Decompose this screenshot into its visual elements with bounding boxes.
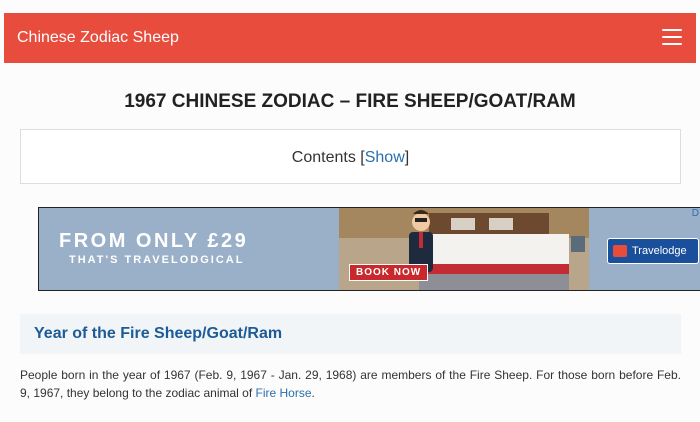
book-now-button[interactable]: BOOK NOW [349,264,429,281]
section-heading-box: Year of the Fire Sheep/Goat/Ram [20,314,681,354]
brand-label: Travelodge [632,245,687,257]
adchoices-icon[interactable]: D [692,208,699,219]
toc-toggle-link[interactable]: Show [365,149,405,166]
toc-label: Contents [291,149,356,166]
ad-subline: THAT'S TRAVELODGICAL [69,254,245,266]
page: Chinese Zodiac Sheep 1967 CHINESE ZODIAC… [0,0,700,422]
page-title: 1967 CHINESE ZODIAC – FIRE SHEEP/GOAT/RA… [124,91,576,112]
menu-bar [662,43,682,45]
toc-close-bracket: ] [404,149,410,166]
site-header: Chinese Zodiac Sheep [4,13,696,63]
travelodge-icon [613,245,627,257]
advertisement-banner[interactable]: FROM ONLY £29 THAT'S TRAVELODGICAL BOOK … [38,207,700,291]
paragraph-end: . [311,386,315,400]
table-of-contents: Contents [Show] [20,129,681,184]
menu-bar [662,29,682,31]
fire-horse-link[interactable]: Fire Horse [256,386,312,400]
hamburger-menu-icon[interactable] [662,26,682,47]
travelodge-logo: Travelodge [607,238,699,264]
site-title-link[interactable]: Chinese Zodiac Sheep [17,29,179,47]
menu-bar [662,36,682,38]
section-heading: Year of the Fire Sheep/Goat/Ram [34,325,283,342]
intro-paragraph: People born in the year of 1967 (Feb. 9,… [20,366,681,402]
paragraph-text: People born in the year of 1967 (Feb. 9,… [20,368,681,400]
ad-headline: FROM ONLY £29 [59,230,249,252]
